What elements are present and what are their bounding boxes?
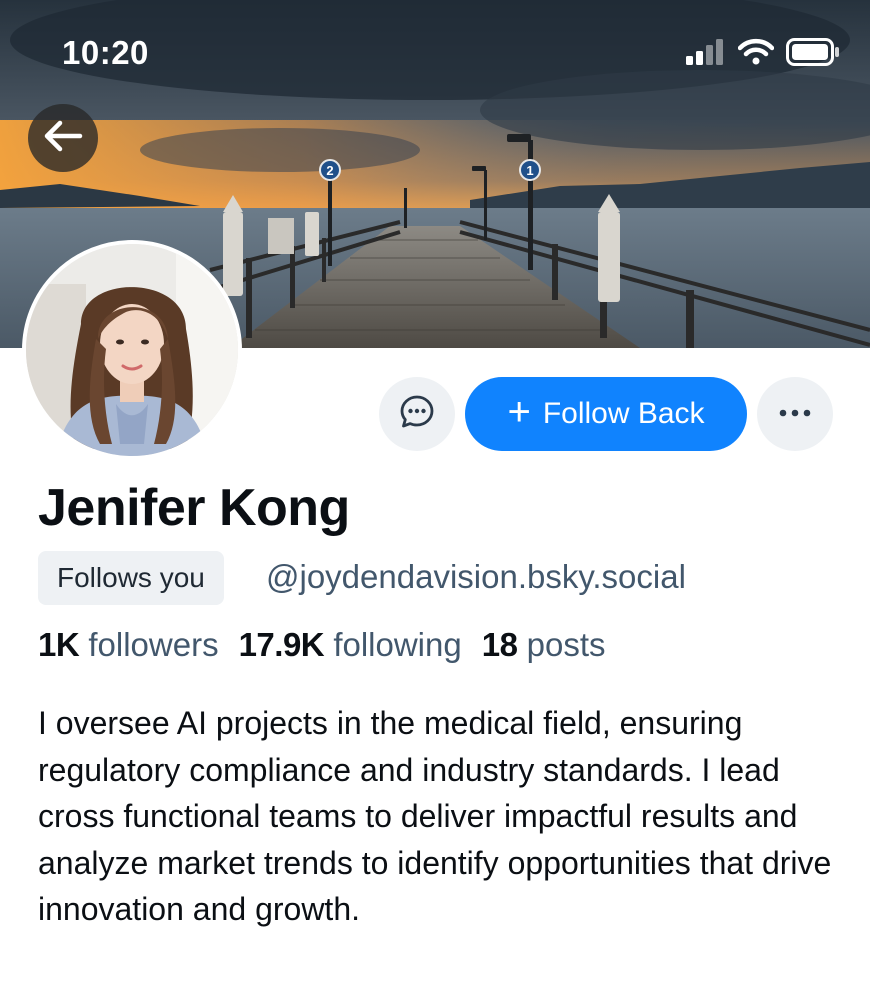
wifi-icon — [737, 38, 775, 71]
followers-count: 1K — [38, 626, 80, 663]
follow-back-button[interactable]: + Follow Back — [465, 377, 747, 451]
profile-bio: I oversee AI projects in the medical fie… — [38, 705, 832, 927]
profile-handle: @joydendavision.bsky.social — [266, 558, 686, 595]
following-count: 17.9K — [238, 626, 325, 663]
status-bar: 10:20 — [0, 0, 870, 100]
chat-bubble-icon — [399, 394, 435, 435]
cellular-signal-icon — [686, 39, 726, 70]
svg-text:1: 1 — [526, 163, 533, 178]
following-link[interactable]: 17.9K following — [239, 626, 462, 664]
posts-label: posts — [526, 626, 606, 663]
posts-count-group: 18 posts — [482, 626, 606, 664]
message-button[interactable] — [379, 377, 455, 451]
followers-label: followers — [88, 626, 219, 663]
following-label: following — [333, 626, 462, 663]
svg-text:2: 2 — [326, 163, 333, 178]
display-name: Jenifer Kong — [38, 479, 350, 537]
followers-link[interactable]: 1K followers — [38, 626, 219, 664]
back-arrow-icon — [42, 119, 84, 158]
follow-back-label: Follow Back — [542, 397, 705, 430]
back-button[interactable] — [28, 104, 98, 172]
posts-count: 18 — [481, 626, 518, 663]
follows-you-badge: Follows you — [38, 551, 224, 605]
ellipsis-icon — [778, 405, 812, 423]
status-time: 10:20 — [62, 34, 149, 71]
profile-stats: 1K followers 17.9K following 18 posts — [38, 626, 606, 664]
status-icons — [686, 38, 840, 71]
battery-icon — [786, 38, 840, 71]
plus-icon: + — [507, 390, 531, 434]
avatar[interactable] — [22, 240, 242, 460]
more-options-button[interactable] — [757, 377, 833, 451]
